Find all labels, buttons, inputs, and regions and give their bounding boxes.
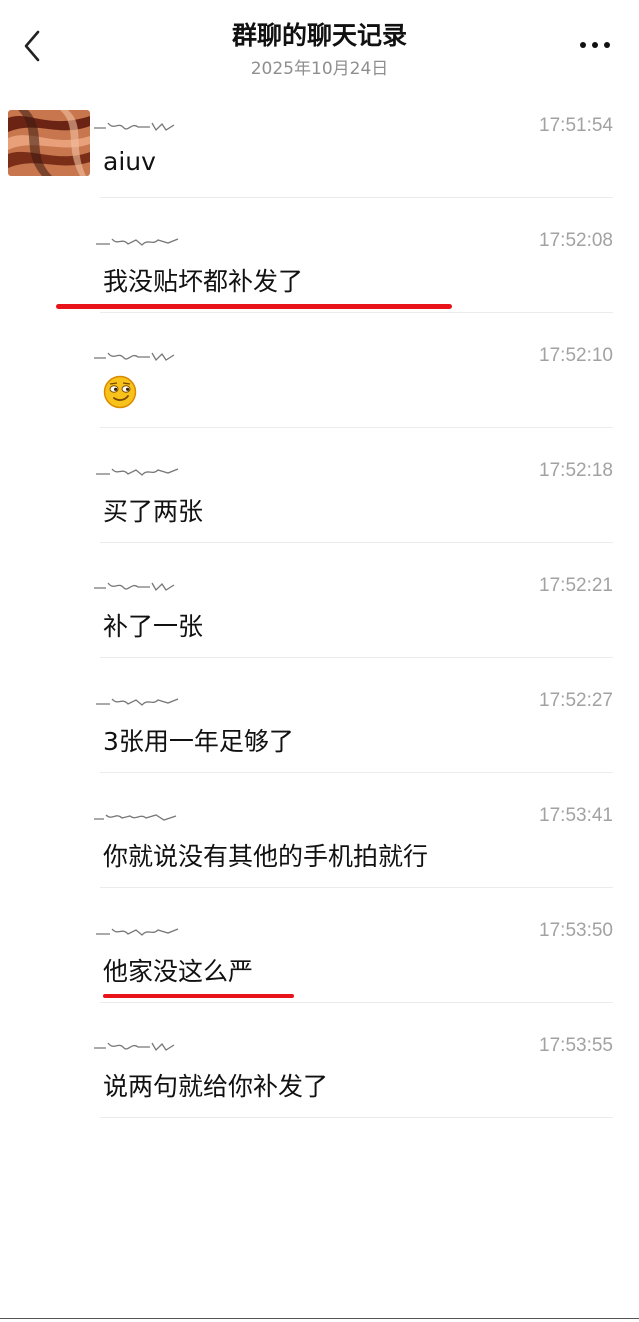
message-time: 17:52:18 [539, 460, 613, 481]
divider [100, 772, 613, 773]
message-item[interactable]: 17:52:21 补了一张 [0, 572, 639, 687]
message-time: 17:53:50 [539, 920, 613, 941]
message-item[interactable]: 17:52:18 买了两张 [0, 457, 639, 572]
message-item[interactable]: 17:52:27 3张用一年足够了 [0, 687, 639, 802]
message-item[interactable]: 17:52:08 我没贴坏都补发了 [0, 227, 639, 342]
bottom-edge [0, 1318, 639, 1319]
message-item[interactable]: 17:53:55 说两句就给你补发了 [0, 1032, 639, 1147]
message-item[interactable]: 17:52:10 [0, 342, 639, 457]
divider [100, 887, 613, 888]
message-time: 17:53:41 [539, 805, 613, 826]
more-dots-icon[interactable] [574, 30, 616, 60]
message-item[interactable]: 17:51:54 aiuv [0, 112, 639, 227]
message-time: 17:52:08 [539, 230, 613, 251]
sender-name-scribble [94, 352, 175, 362]
message-time: 17:52:10 [539, 345, 613, 366]
message-time: 17:51:54 [539, 115, 613, 136]
sender-name-scribble [94, 814, 177, 821]
message-item[interactable]: 17:53:41 你就说没有其他的手机拍就行 [0, 802, 639, 917]
sender-name-scribble [96, 468, 179, 476]
message-text: 他家没这么严 [103, 957, 254, 986]
sender-name-scribble [94, 582, 175, 592]
sender-name-scribble [96, 928, 179, 936]
message-text: 你就说没有其他的手机拍就行 [103, 842, 429, 871]
chat-date: 2025年10月24日 [250, 59, 389, 79]
message-time: 17:52:21 [539, 575, 613, 596]
sender-name-scribble [96, 698, 179, 706]
message-text: 说两句就给你补发了 [103, 1072, 329, 1101]
message-text: 我没贴坏都补发了 [103, 267, 304, 296]
header: 群聊的聊天记录 2025年10月24日 [0, 0, 639, 90]
smirk-emoji-icon [103, 375, 137, 409]
divider [100, 312, 613, 313]
divider [100, 1002, 613, 1003]
message-text: 买了两张 [103, 497, 204, 526]
divider [100, 427, 613, 428]
message-item[interactable]: 17:53:50 他家没这么严 [0, 917, 639, 1032]
divider [100, 657, 613, 658]
divider [100, 197, 613, 198]
divider [100, 542, 613, 543]
message-text: aiuv [103, 147, 156, 176]
message-time: 17:52:27 [539, 690, 613, 711]
sender-name-scribble [94, 122, 175, 132]
message-time: 17:53:55 [539, 1035, 613, 1056]
divider [100, 1117, 613, 1118]
message-text: 3张用一年足够了 [103, 727, 294, 756]
message-text: 补了一张 [103, 612, 204, 641]
highlight-underline [56, 304, 452, 309]
sender-name-scribble [96, 238, 179, 246]
page-title: 群聊的聊天记录 [231, 21, 407, 50]
sender-name-scribble [94, 1042, 175, 1052]
highlight-underline [103, 994, 294, 998]
